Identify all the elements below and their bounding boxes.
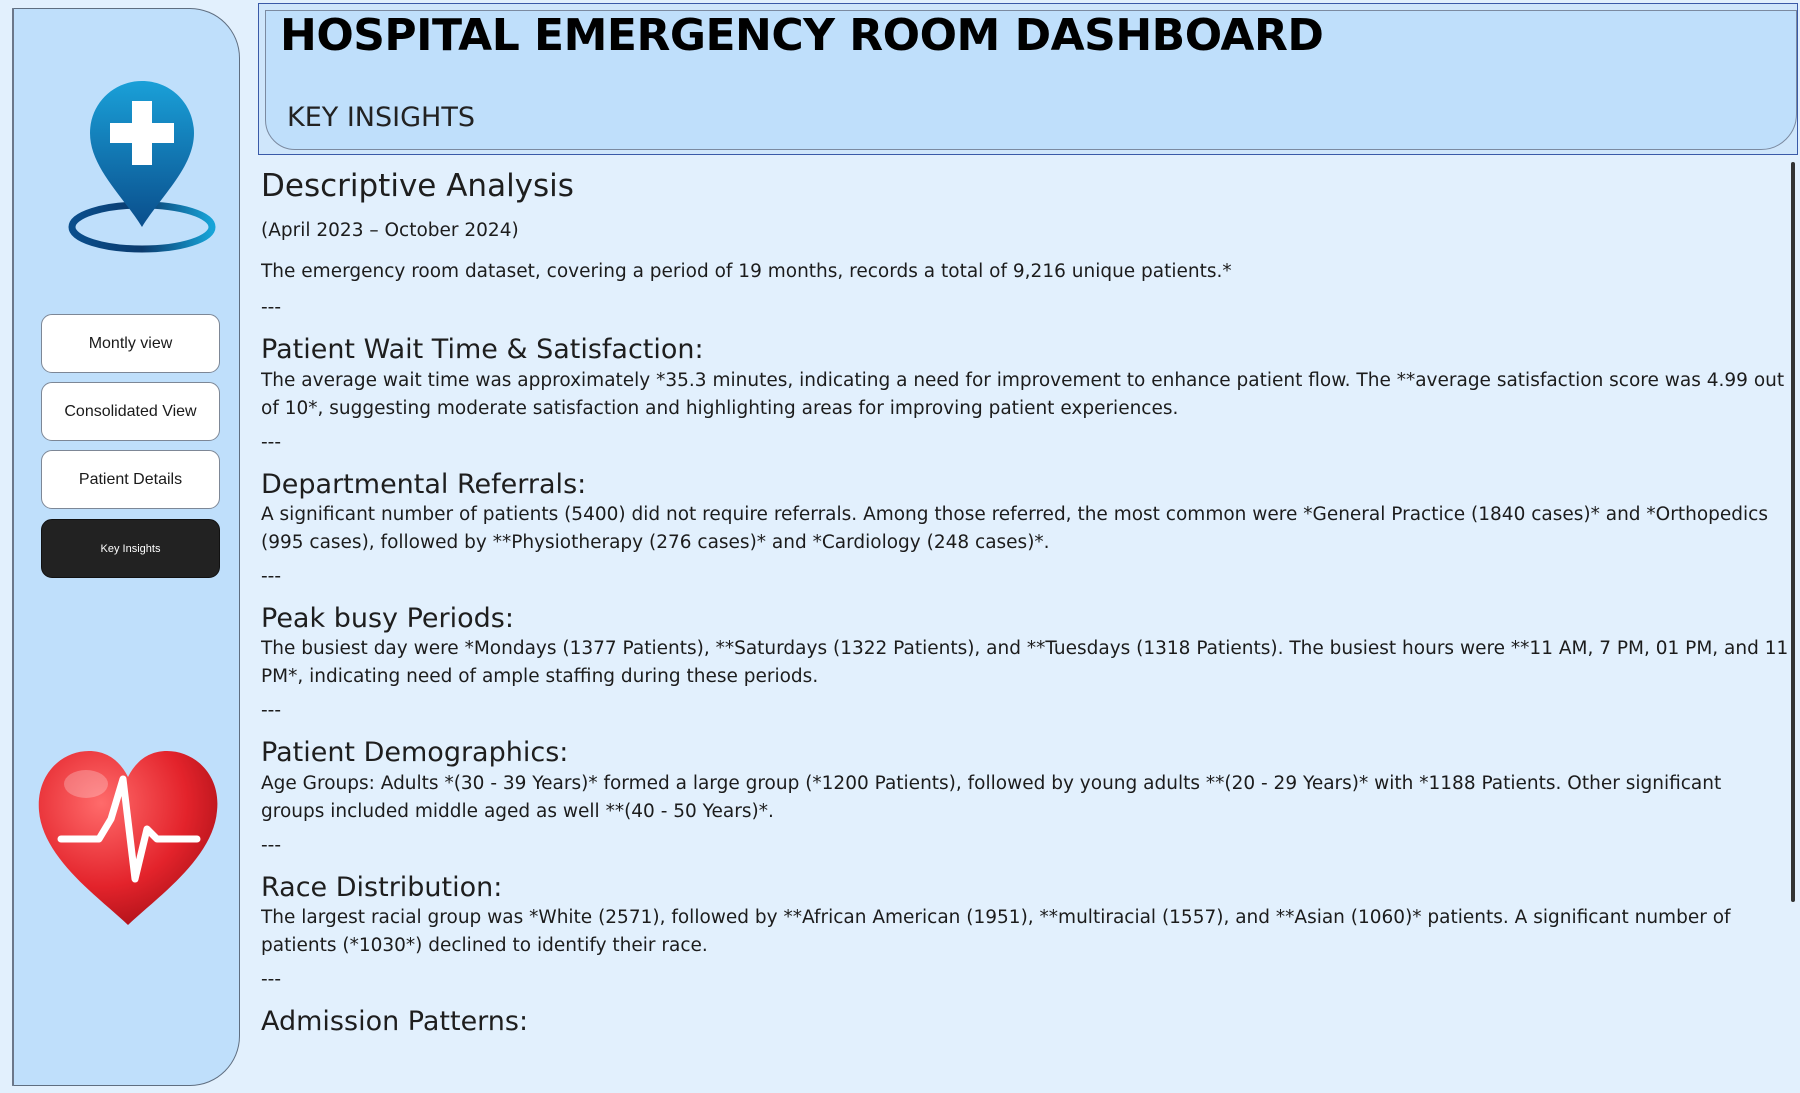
- insight-title: Admission Patterns:: [261, 1006, 529, 1038]
- section-heading: Descriptive Analysis: [261, 168, 574, 204]
- insight-title: Race Distribution:: [261, 871, 503, 903]
- nav-button-patient-details[interactable]: Patient Details: [41, 450, 220, 509]
- nav-button-key-insights[interactable]: Key Insights: [41, 519, 220, 578]
- insight-section-peak-periods: Peak busy Periods: The busiest day were …: [261, 603, 1796, 725]
- location-pin-medical-cross-icon: [68, 81, 216, 253]
- nav-button-consolidated-view[interactable]: Consolidated View: [41, 382, 220, 441]
- intro-text: The emergency room dataset, covering a p…: [261, 261, 1232, 283]
- separator: ---: [261, 700, 282, 722]
- separator: ---: [261, 565, 282, 587]
- insight-text: The busiest day were *Mondays (1377 Pati…: [261, 638, 1789, 660]
- insight-title: Patient Demographics:: [261, 737, 569, 769]
- insight-section-admission: Admission Patterns:: [261, 1006, 1796, 1038]
- insight-section-demographics: Patient Demographics: Age Groups: Adults…: [261, 737, 1796, 859]
- period-text: (April 2023 – October 2024): [261, 220, 519, 242]
- insight-text: patients (*1030*) declined to identify t…: [261, 935, 708, 957]
- insight-text: Age Groups: Adults *(30 - 39 Years)* for…: [261, 772, 1722, 794]
- insight-section-wait-time: Patient Wait Time & Satisfaction: The av…: [261, 334, 1796, 456]
- insight-text: groups included middle aged as well **(4…: [261, 800, 774, 822]
- separator: ---: [261, 431, 282, 453]
- insight-text: The largest racial group was *White (257…: [261, 907, 1731, 929]
- separator: ---: [261, 297, 282, 319]
- insight-title: Patient Wait Time & Satisfaction:: [261, 334, 704, 366]
- separator: ---: [261, 969, 282, 991]
- content-scrollbar[interactable]: [1791, 162, 1795, 902]
- insight-title: Peak busy Periods:: [261, 602, 514, 634]
- insight-text: (995 cases), followed by **Physiotherapy…: [261, 531, 1050, 553]
- insight-text: PM*, indicating need of ample staffing d…: [261, 666, 819, 688]
- insight-title: Departmental Referrals:: [261, 468, 587, 500]
- insight-text: A significant number of patients (5400) …: [261, 503, 1768, 525]
- insight-section-referrals: Departmental Referrals: A significant nu…: [261, 469, 1796, 591]
- insights-content: Descriptive Analysis (April 2023 – Octob…: [261, 160, 1796, 1093]
- separator: ---: [261, 834, 282, 856]
- heart-pulse-icon: [38, 751, 218, 925]
- nav-button-monthly-view[interactable]: Montly view: [41, 314, 220, 373]
- page-title: HOSPITAL EMERGENCY ROOM DASHBOARD: [280, 10, 1324, 61]
- insight-text: of 10*, suggesting moderate satisfaction…: [261, 397, 1179, 419]
- page-subtitle: KEY INSIGHTS: [287, 102, 475, 133]
- insight-text: The average wait time was approximately …: [261, 369, 1785, 391]
- insight-section-race: Race Distribution: The largest racial gr…: [261, 872, 1796, 994]
- sidebar: Montly view Consolidated View Patient De…: [12, 8, 240, 1086]
